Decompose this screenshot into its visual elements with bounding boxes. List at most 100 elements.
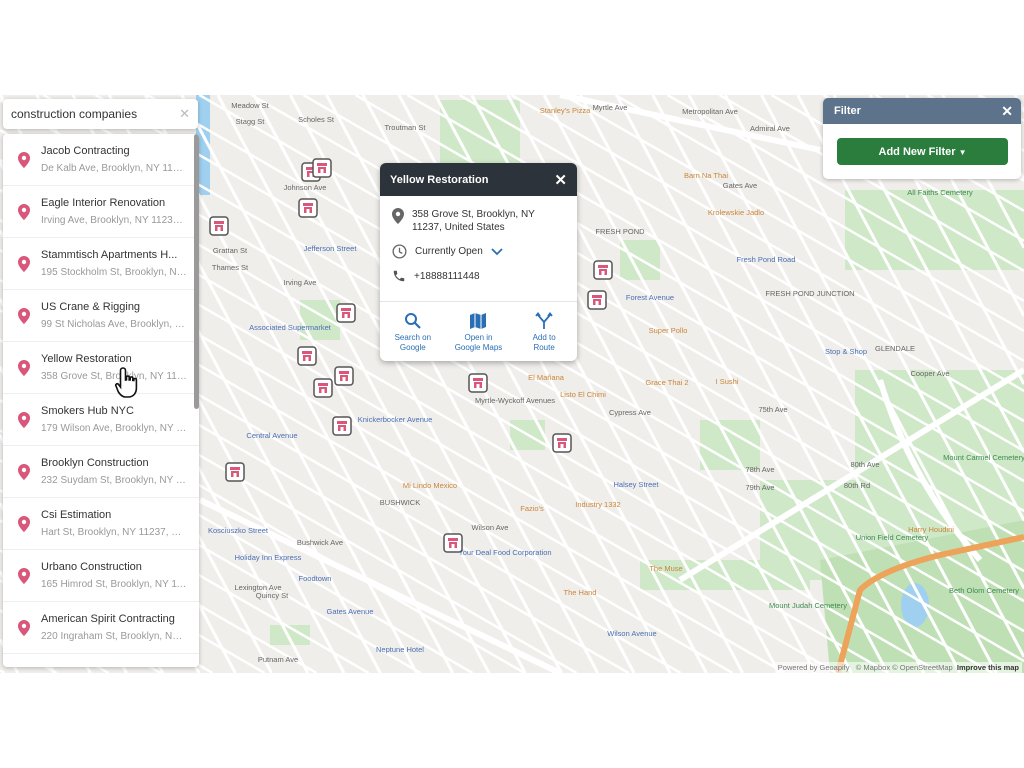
map-label: Beth Olom Cemetery — [949, 586, 1019, 595]
map-attribution: Powered by Geoapify © Mapbox © OpenStree… — [774, 662, 1022, 673]
map-label: Scholes St — [298, 115, 335, 124]
map-label: Mount Carmel Cemetery — [943, 453, 1024, 462]
list-item[interactable]: Yellow Restoration 358 Grove St, Brooklyn… — [3, 342, 199, 394]
map-label: The Hand — [564, 588, 597, 597]
map-label: Gates Ave — [723, 181, 757, 190]
store-marker-icon[interactable] — [587, 290, 607, 310]
store-marker-icon[interactable] — [225, 462, 245, 482]
map-label: Holiday Inn Express — [235, 553, 302, 562]
map-label: Barn Na Thai — [684, 171, 728, 180]
list-item[interactable]: Stammtisch Apartments H... 195 Stockholm … — [3, 238, 199, 290]
map-label: Knickerbocker Avenue — [358, 415, 433, 424]
list-item[interactable]: US Crane & Rigging 99 St Nicholas Ave, Br… — [3, 290, 199, 342]
map-label: Fresh Pond Road — [737, 255, 796, 264]
filter-title: Filter — [834, 105, 861, 117]
map-label: Associated Supermarket — [249, 323, 332, 332]
map-label: 80th Ave — [850, 460, 879, 469]
map-label: Forest Avenue — [626, 293, 674, 302]
popup-address: 358 Grove St, Brooklyn, NY 11237, United… — [412, 209, 535, 233]
powered-by-link[interactable]: Powered by Geoapify — [778, 663, 850, 672]
place-popup: Yellow Restoration ✕ 358 Grove St, Brookl… — [380, 163, 577, 361]
map-label: Mi Lindo Mexico — [403, 481, 457, 490]
copyright-text[interactable]: © Mapbox © OpenStreetMap — [856, 663, 953, 672]
map-label: Myrtle-Wyckoff Avenues — [475, 396, 555, 405]
store-marker-icon[interactable] — [312, 158, 332, 178]
route-icon — [535, 312, 553, 329]
result-name: US Crane & Rigging — [41, 301, 141, 313]
list-item[interactable]: Smokers Hub NYC 179 Wilson Ave, Brooklyn,… — [3, 394, 199, 446]
location-pin-icon — [18, 203, 30, 220]
improve-map-link[interactable]: Improve this map — [957, 663, 1019, 672]
list-item[interactable]: Csi Estimation Hart St, Brooklyn, NY 1123… — [3, 498, 199, 550]
page: Meadow St Stagg St Scholes St Johnson Ave Gr… — [0, 0, 1024, 768]
close-icon[interactable]: ✕ — [179, 106, 190, 122]
result-address: De Kalb Ave, Brooklyn, NY 1123... — [41, 163, 187, 174]
store-marker-icon[interactable] — [468, 373, 488, 393]
park-area — [845, 190, 1024, 270]
results-list[interactable]: Jacob Contracting De Kalb Ave, Brooklyn, … — [3, 134, 199, 667]
close-icon[interactable]: ✕ — [554, 171, 567, 189]
store-marker-icon[interactable] — [336, 303, 356, 323]
list-item[interactable]: Eagle Interior Renovation Irving Ave, Bro… — [3, 186, 199, 238]
close-icon[interactable]: ✕ — [1001, 103, 1013, 120]
result-name: Csi Estimation — [41, 509, 112, 521]
phone-icon — [393, 270, 405, 282]
store-marker-icon[interactable] — [209, 216, 229, 236]
location-pin-icon — [18, 515, 30, 532]
result-address: 232 Suydam St, Brooklyn, NY 11... — [41, 475, 187, 486]
map-label: I Sushi — [716, 377, 739, 386]
result-name: Jacob Contracting — [41, 145, 130, 157]
scrollbar[interactable] — [194, 134, 199, 409]
result-address: 195 Stockholm St, Brooklyn, NY ... — [41, 267, 187, 278]
result-name: Stammtisch Apartments H... — [41, 249, 178, 261]
list-item[interactable]: American Spirit Contracting 220 Ingraham … — [3, 602, 199, 654]
map-label: Super Pollo — [649, 326, 688, 335]
search-input[interactable] — [11, 107, 180, 121]
map-label: 80th Rd — [844, 481, 870, 490]
store-marker-icon[interactable] — [332, 416, 352, 436]
list-item[interactable]: Brooklyn Construction 232 Suydam St, Broo… — [3, 446, 199, 498]
chevron-down-icon[interactable] — [491, 247, 503, 256]
add-new-filter-button[interactable]: Add New Filter ▼ — [837, 138, 1008, 165]
store-marker-icon[interactable] — [552, 433, 572, 453]
location-pin-icon — [18, 463, 30, 480]
map-label: Fazio's — [520, 504, 544, 513]
map-label: FRESH POND — [595, 227, 645, 236]
popup-phone[interactable]: +18888111448 — [414, 270, 480, 283]
map-icon — [470, 313, 487, 329]
map-label: Myrtle Ave — [593, 103, 628, 112]
store-marker-icon[interactable] — [593, 260, 613, 280]
result-address: 220 Ingraham St, Brooklyn, NY 1... — [41, 631, 187, 642]
result-address: Hart St, Brooklyn, NY 11237, Uni... — [41, 527, 187, 538]
map-label: All Faiths Cemetery — [907, 188, 973, 197]
map-label: Bushwick Ave — [297, 538, 343, 547]
filter-panel: Filter ✕ Add New Filter ▼ — [823, 98, 1021, 179]
map-label: Stop & Shop — [825, 347, 867, 356]
map-label: Johnson Ave — [284, 183, 327, 192]
map-label: The Muse — [649, 564, 682, 573]
store-marker-icon[interactable] — [334, 366, 354, 386]
store-marker-icon[interactable] — [443, 533, 463, 553]
list-item[interactable]: Jacob Contracting De Kalb Ave, Brooklyn, … — [3, 134, 199, 186]
list-item[interactable]: Urbano Construction 165 Himrod St, Brookl… — [3, 550, 199, 602]
map-label: Industry 1332 — [575, 500, 620, 509]
add-to-route-button[interactable]: Add to Route — [514, 312, 574, 361]
result-name: Yellow Restoration — [41, 353, 132, 365]
result-address: 179 Wilson Ave, Brooklyn, NY 11... — [41, 423, 187, 434]
open-in-google-maps-button[interactable]: Open in Google Maps — [448, 312, 508, 361]
hand-cursor-icon — [114, 366, 142, 405]
store-marker-icon[interactable] — [298, 198, 318, 218]
map-label: Union Field Cemetery — [856, 533, 929, 542]
search-box[interactable]: ✕ — [3, 99, 198, 129]
map-label: Cooper Ave — [910, 369, 949, 378]
map-label: El Mañana — [528, 373, 565, 382]
map-label: Neptune Hotel — [376, 645, 424, 654]
map-label: GLENDALE — [875, 344, 915, 353]
map-label: 75th Ave — [758, 405, 787, 414]
map-label: Foodtown — [299, 574, 332, 583]
store-marker-icon[interactable] — [297, 346, 317, 366]
store-marker-icon[interactable] — [313, 378, 333, 398]
search-on-google-button[interactable]: Search on Google — [383, 312, 443, 361]
map-label: Grattan St — [213, 246, 248, 255]
location-pin-icon — [18, 619, 30, 636]
